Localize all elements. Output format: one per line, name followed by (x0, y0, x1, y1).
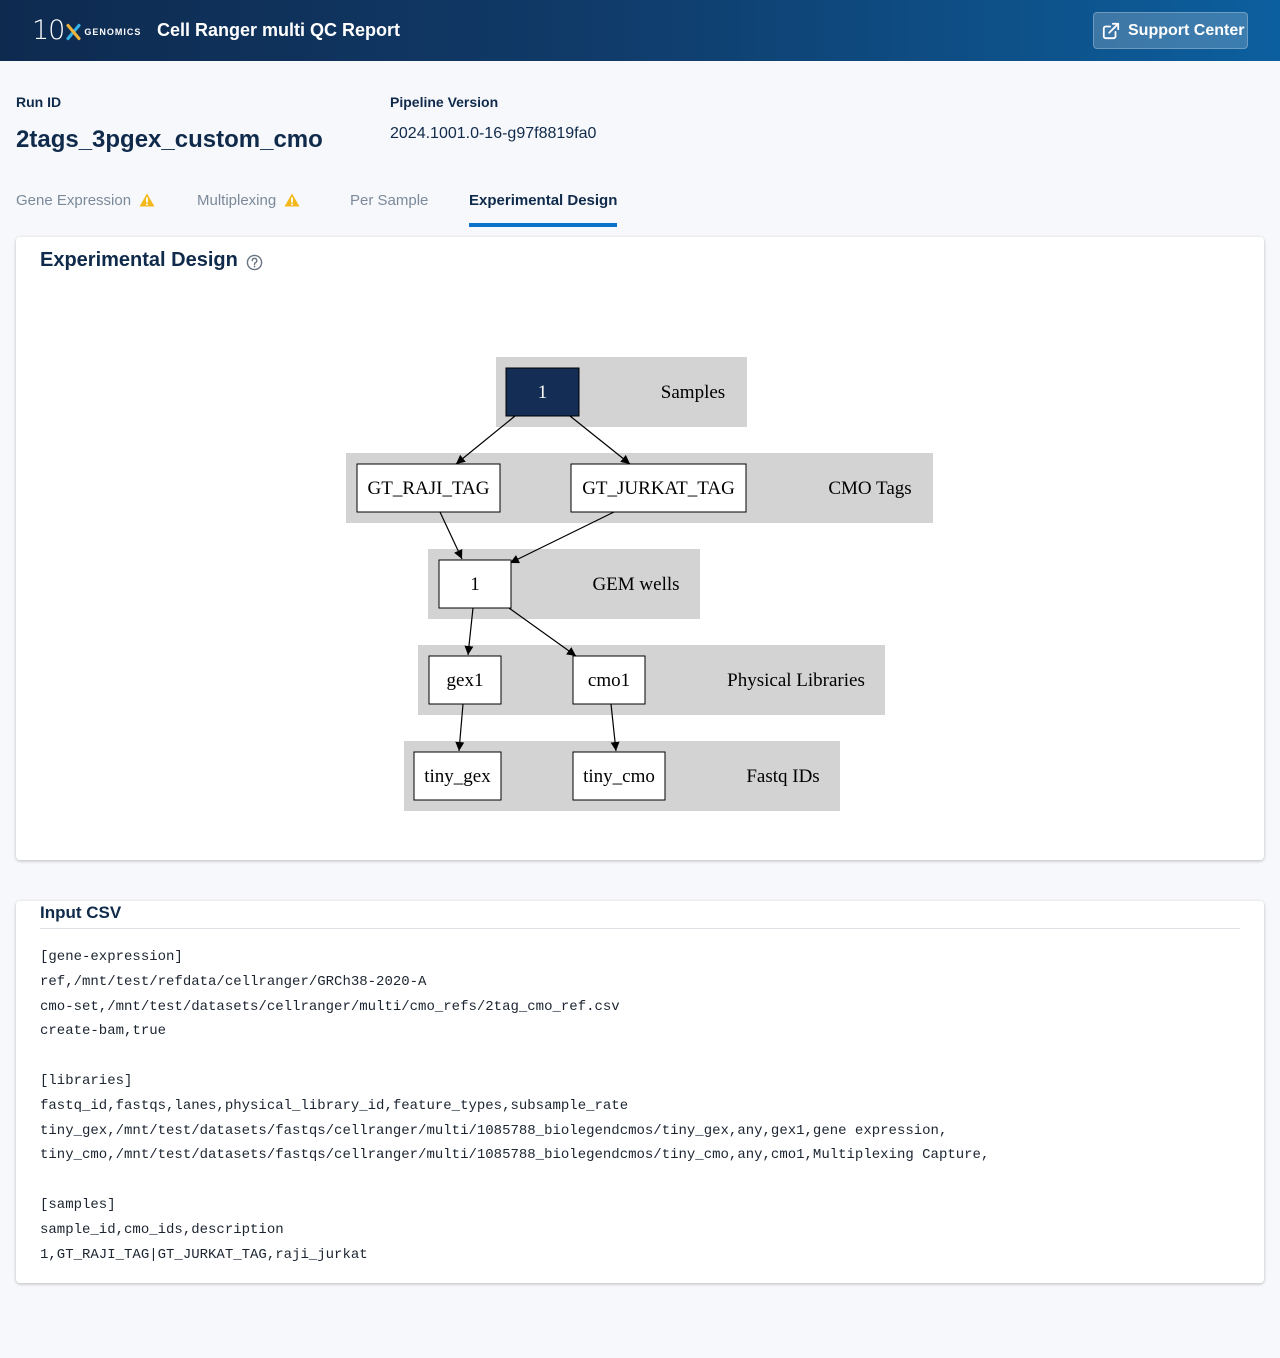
logo-word: GENOMICS (84, 26, 142, 37)
node-tag-raji-label: GT_RAJI_TAG (368, 478, 490, 499)
node-lib-gex-label: gex1 (447, 670, 484, 691)
warning-icon (284, 193, 300, 207)
support-center-button[interactable]: Support Center (1093, 12, 1248, 49)
top-bar: 10 GENOMICS Cell Ranger multi QC Report … (0, 0, 1280, 61)
cluster-label-physical-libraries: Physical Libraries (727, 670, 865, 691)
tab-gene-expression[interactable]: Gene Expression (16, 186, 155, 227)
csv-content: [gene-expression] ref,/mnt/test/refdata/… (40, 945, 989, 1267)
csv-line: [libraries] (40, 1072, 133, 1089)
tab-label: Per Sample (350, 192, 429, 209)
node-tag-jurkat-label: GT_JURKAT_TAG (582, 478, 735, 499)
run-id-value: 2tags_3pgex_custom_cmo (16, 126, 323, 153)
node-fastq-cmo-label: tiny_cmo (583, 766, 655, 787)
run-id-label: Run ID (16, 94, 62, 110)
cluster-label-samples: Samples (661, 382, 725, 403)
csv-line: create-bam,true (40, 1023, 167, 1040)
10x-genomics-logo[interactable]: 10 GENOMICS (32, 14, 141, 46)
experimental-design-card: Experimental Design Samples CMO Tags GEM… (16, 237, 1264, 860)
node-sample-label: 1 (538, 382, 548, 403)
csv-line: [samples] (40, 1196, 116, 1213)
node-fastq-gex-label: tiny_gex (424, 766, 491, 787)
csv-line: ref,/mnt/test/refdata/cellranger/GRCh38-… (40, 973, 427, 990)
node-lib-cmo-label: cmo1 (588, 670, 630, 691)
pipeline-version-value: 2024.1001.0-16-g97f8819fa0 (390, 125, 597, 142)
csv-line: fastq_id,fastqs,lanes,physical_library_i… (40, 1097, 629, 1114)
app-title: Cell Ranger multi QC Report (157, 20, 401, 40)
external-link-icon (1102, 22, 1120, 39)
csv-line: 1,GT_RAJI_TAG|GT_JURKAT_TAG,raji_jurkat (40, 1246, 368, 1263)
tab-experimental-design[interactable]: Experimental Design (469, 186, 618, 227)
cluster-label-gem-wells: GEM wells (592, 574, 679, 595)
csv-line: [gene-expression] (40, 949, 183, 965)
pipeline-version-label: Pipeline Version (390, 94, 499, 110)
csv-line (40, 1044, 989, 1069)
csv-line (40, 1168, 989, 1193)
logo-number: 10 (32, 14, 65, 46)
cluster-label-cmo-tags: CMO Tags (828, 478, 911, 499)
tab-multiplexing[interactable]: Multiplexing (197, 186, 300, 227)
experimental-design-graph: Samples CMO Tags GEM wells Physical Libr… (346, 357, 933, 811)
input-csv-title: Input CSV (40, 903, 122, 922)
csv-line: sample_id,cmo_ids,description (40, 1221, 284, 1238)
cluster-label-fastq-ids: Fastq IDs (746, 766, 819, 787)
input-csv-card: Input CSV [gene-expression] ref,/mnt/tes… (16, 901, 1264, 1283)
csv-line: tiny_gex,/mnt/test/datasets/fastqs/cellr… (40, 1122, 948, 1139)
tab-label: Multiplexing (197, 192, 277, 209)
csv-line: tiny_cmo,/mnt/test/datasets/fastqs/cellr… (40, 1147, 990, 1164)
node-gem-well-label: 1 (470, 574, 480, 595)
warning-icon (139, 193, 155, 207)
tab-per-sample[interactable]: Per Sample (350, 186, 428, 227)
tab-label: Experimental Design (469, 192, 618, 209)
logo-x-icon (65, 22, 82, 42)
tab-label: Gene Expression (16, 192, 132, 209)
csv-line: cmo-set,/mnt/test/datasets/cellranger/mu… (40, 998, 620, 1015)
csv-divider (40, 928, 1240, 929)
support-center-label: Support Center (1128, 21, 1245, 39)
